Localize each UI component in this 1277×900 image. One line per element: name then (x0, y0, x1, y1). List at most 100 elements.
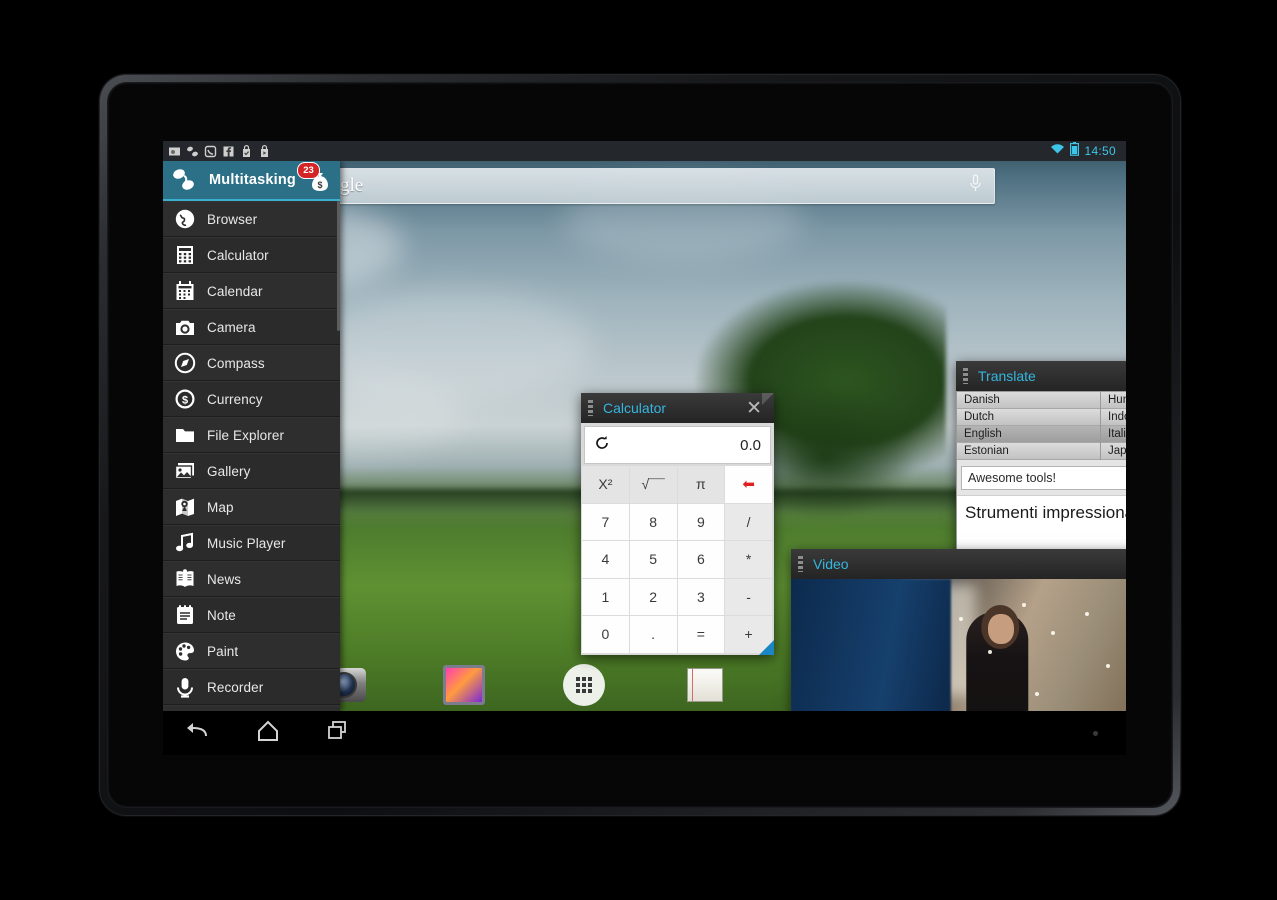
dock-item-app-drawer[interactable] (524, 664, 644, 706)
calc-key-9[interactable]: 9 (677, 503, 726, 541)
battery-icon (1070, 141, 1080, 161)
calculator-display[interactable]: 0.0 (584, 426, 771, 464)
sidebar-item-music-player[interactable]: Music Player (163, 525, 340, 561)
sidebar-item-label: Paint (207, 643, 239, 659)
source-language-option[interactable]: Dutch (957, 409, 1100, 426)
sidebar-item-label: File Explorer (207, 427, 285, 443)
calc-key-1[interactable]: 1 (582, 578, 630, 616)
calc-key-[interactable]: / (725, 503, 773, 541)
sidebar-item-recorder[interactable]: Recorder (163, 669, 340, 705)
sidebar-item-file-explorer[interactable]: File Explorer (163, 417, 340, 453)
video-player-surface[interactable] (791, 579, 1126, 711)
sidebar-header[interactable]: Multitasking 23 $ (163, 161, 340, 201)
source-language-list[interactable]: DanishDutchEnglishEstonianFinnish (957, 392, 1101, 460)
status-notification-icons (163, 144, 271, 158)
multitasking-sidebar[interactable]: Multitasking 23 $ Browser Calculator Calen… (163, 161, 340, 711)
sidebar-item-compass[interactable]: Compass (163, 345, 340, 381)
source-language-option[interactable]: Danish (957, 392, 1100, 409)
sidebar-item-label: Gallery (207, 463, 251, 479)
calc-key-7[interactable]: 7 (582, 503, 630, 541)
video-title: Video (813, 556, 849, 572)
calculator-window[interactable]: Calculator ✕ 0.0 X² √¯¯ π ⬅ 7 8 9/4 5 6 * 1 2 3-0. = + (581, 393, 774, 655)
source-language-option[interactable]: English (957, 426, 1100, 443)
video-window[interactable]: Video ✕ (791, 549, 1126, 711)
calc-key-[interactable]: = (677, 616, 726, 654)
close-icon[interactable]: ✕ (746, 399, 762, 418)
multitasking-icon (186, 145, 199, 158)
calc-key-3[interactable]: 3 (677, 578, 726, 616)
translate-titlebar[interactable]: Translate ✕ (956, 361, 1126, 391)
sidebar-item-label: Recorder (207, 679, 264, 695)
calc-key-[interactable]: √¯¯ (629, 466, 678, 504)
nav-status-dot (1093, 730, 1098, 736)
note-icon (163, 604, 207, 626)
translate-input[interactable]: Awesome tools! (961, 465, 1126, 490)
wifi-icon (1050, 142, 1065, 160)
target-language-option[interactable]: Japanese (1101, 443, 1126, 460)
android-status-bar: 14:50 (163, 141, 1126, 161)
sidebar-item-calculator[interactable]: Calculator (163, 237, 340, 273)
svg-text:$: $ (182, 395, 188, 407)
sidebar-item-news[interactable]: News (163, 561, 340, 597)
drag-grip-icon[interactable] (798, 556, 803, 572)
microphone-icon[interactable] (969, 174, 994, 198)
facebook-icon (222, 145, 235, 158)
calc-key-4[interactable]: 4 (582, 541, 630, 579)
calc-key-[interactable]: * (725, 541, 773, 579)
recents-button[interactable] (303, 720, 373, 747)
calc-key-[interactable]: . (629, 616, 678, 654)
google-search-widget[interactable]: gle (333, 168, 995, 204)
calc-key-[interactable]: - (725, 578, 773, 616)
source-language-option[interactable]: Estonian (957, 443, 1100, 460)
app-drawer-icon (563, 664, 606, 706)
screenshot-root: gle Calculator ✕ 0.0 X² √¯¯ π ⬅ 7 8 9 / … (0, 0, 1277, 900)
globe-icon (163, 208, 207, 230)
sidebar-item-paint[interactable]: Paint (163, 633, 340, 669)
translate-query-row: Awesome tools! (957, 460, 1126, 495)
recent-apps-icon (326, 720, 350, 747)
clear-refresh-icon[interactable] (594, 435, 610, 456)
music-note-icon (163, 532, 207, 554)
calc-key-0[interactable]: 0 (582, 616, 630, 654)
sidebar-item-gallery[interactable]: Gallery (163, 453, 340, 489)
sidebar-item-browser[interactable]: Browser (163, 201, 340, 237)
sidebar-item-calendar[interactable]: Calendar (163, 273, 340, 309)
video-titlebar[interactable]: Video ✕ (791, 549, 1126, 579)
sidebar-item-map[interactable]: Map (163, 489, 340, 525)
calc-key-5[interactable]: 5 (629, 541, 678, 579)
target-language-option[interactable]: Italian (1101, 426, 1126, 443)
calculator-titlebar[interactable]: Calculator ✕ (581, 393, 774, 423)
currency-icon: $ (163, 388, 207, 410)
home-button[interactable] (233, 719, 303, 748)
drag-grip-icon[interactable] (963, 368, 968, 384)
back-button[interactable] (163, 720, 233, 747)
sidebar-item-label: Compass (207, 355, 265, 371)
tablet-screen: gle Calculator ✕ 0.0 X² √¯¯ π ⬅ 7 8 9 / … (163, 141, 1126, 711)
calc-key-X[interactable]: X² (582, 466, 630, 504)
sidebar-item-currency[interactable]: $ Currency (163, 381, 340, 417)
calculator-keypad: X² √¯¯ π ⬅ 7 8 9/4 5 6 * 1 2 3-0. = + (582, 466, 773, 654)
drag-grip-icon[interactable] (588, 400, 593, 416)
calc-key-6[interactable]: 6 (677, 541, 726, 579)
calc-key-8[interactable]: 8 (629, 503, 678, 541)
gallery-icon (163, 460, 207, 482)
target-language-option[interactable]: Hungarian (1101, 392, 1126, 409)
calc-key-[interactable]: π (677, 466, 726, 504)
dock-item-gallery[interactable] (404, 665, 524, 705)
home-icon (256, 719, 280, 748)
calculator-value: 0.0 (740, 436, 761, 454)
calc-key-[interactable]: ⬅ (725, 466, 773, 504)
svg-text:$: $ (317, 180, 322, 190)
calc-key-2[interactable]: 2 (629, 578, 678, 616)
dock-item-notes[interactable] (645, 668, 765, 702)
sidebar-item-note[interactable]: Note (163, 597, 340, 633)
target-language-option[interactable]: Indonesian (1101, 409, 1126, 426)
resize-handle[interactable] (759, 639, 774, 655)
multitasking-logo-icon (171, 168, 197, 192)
sidebar-item-camera[interactable]: Camera (163, 309, 340, 345)
sidebar-scrollbar[interactable] (337, 201, 340, 331)
target-language-list[interactable]: HungarianIndonesianItalianJapaneseKorean (1101, 392, 1126, 460)
sidebar-item-label: Note (207, 607, 236, 623)
screenshot-icon (168, 145, 181, 158)
phone-icon (204, 145, 217, 158)
